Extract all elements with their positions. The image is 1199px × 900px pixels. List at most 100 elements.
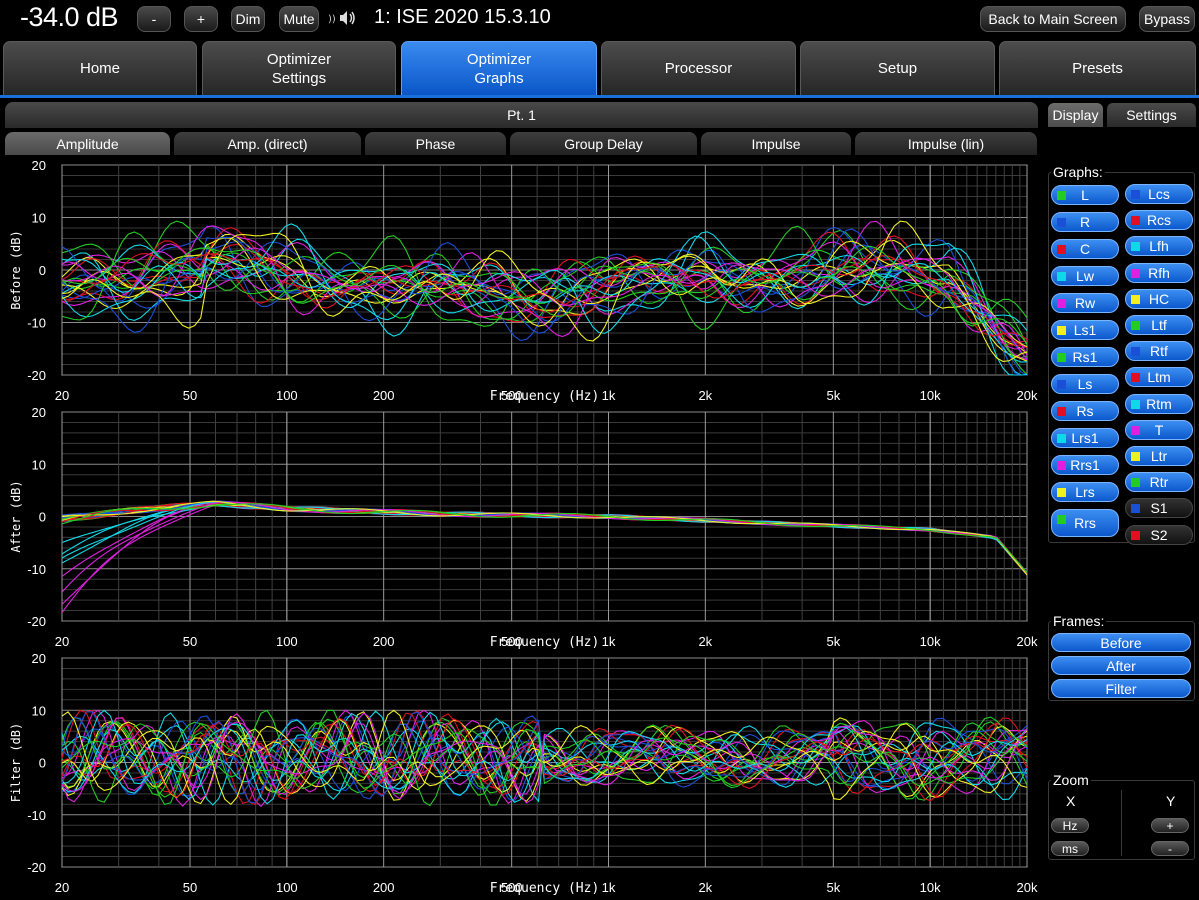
x-axis-label: Frequency (Hz) <box>490 389 600 404</box>
tab-label: Setup <box>877 60 918 77</box>
channel-ltm-button[interactable]: Ltm <box>1125 367 1193 388</box>
x-tick-label: 5k <box>826 388 840 403</box>
graph-tab-phase[interactable]: Phase <box>365 132 506 155</box>
zoom-y-out-button[interactable]: - <box>1151 841 1189 856</box>
sidebar-tab-settings[interactable]: Settings <box>1107 103 1196 127</box>
frame-before-button[interactable]: Before <box>1051 633 1191 652</box>
measurement-point-bar[interactable]: Pt. 1 <box>5 102 1038 128</box>
channel-rtf-button[interactable]: Rtf <box>1125 341 1193 362</box>
channel-rw-button[interactable]: Rw <box>1051 293 1119 313</box>
channel-lcs-button[interactable]: Lcs <box>1125 184 1193 204</box>
back-to-main-button[interactable]: Back to Main Screen <box>980 6 1126 32</box>
frame-filter-button[interactable]: Filter <box>1051 679 1191 698</box>
x-tick-label: 1k <box>602 634 616 649</box>
x-tick-label: 100 <box>276 388 298 403</box>
channel-label: Rw <box>1074 295 1096 311</box>
frame-after-button[interactable]: After <box>1051 656 1191 675</box>
channel-color-swatch <box>1131 373 1140 383</box>
channel-rs-button[interactable]: Rs <box>1051 401 1119 421</box>
channel-color-swatch <box>1057 191 1066 200</box>
channel-color-swatch <box>1057 218 1066 227</box>
channel-label: Rcs <box>1146 212 1172 229</box>
volume-up-button[interactable]: + <box>184 6 218 32</box>
channel-color-swatch <box>1057 380 1066 389</box>
x-tick-label: 20k <box>1017 388 1038 403</box>
tab-presets[interactable]: Presets <box>999 41 1196 95</box>
channel-color-swatch <box>1057 407 1066 416</box>
tab-label: Presets <box>1072 60 1123 77</box>
channel-rfh-button[interactable]: Rfh <box>1125 262 1193 283</box>
channel-color-swatch <box>1131 530 1140 540</box>
x-tick-label: 2k <box>698 634 712 649</box>
channel-label: R <box>1079 214 1091 230</box>
x-tick-label: 5k <box>826 880 840 895</box>
channel-t-button[interactable]: T <box>1125 419 1193 440</box>
channel-label: S2 <box>1150 526 1168 543</box>
tab-label: Optimizer Settings <box>266 50 332 87</box>
channel-rtm-button[interactable]: Rtm <box>1125 393 1193 414</box>
channel-c-button[interactable]: C <box>1051 239 1119 259</box>
channel-rtr-button[interactable]: Rtr <box>1125 472 1193 493</box>
channel-rs1-button[interactable]: Rs1 <box>1051 347 1119 367</box>
channel-lrs-button[interactable]: Lrs <box>1051 482 1119 502</box>
channel-rrs-button[interactable]: Rrs <box>1051 509 1119 537</box>
channel-label: Rtm <box>1146 395 1172 412</box>
tab-setup[interactable]: Setup <box>800 41 995 95</box>
y-axis-label: Filter (dB) <box>9 723 23 802</box>
channel-color-swatch <box>1057 299 1066 308</box>
zoom-y-in-button[interactable]: + <box>1151 818 1189 833</box>
channel-rcs-button[interactable]: Rcs <box>1125 210 1193 231</box>
x-tick-label: 10k <box>920 388 941 403</box>
tab-optimizer-settings[interactable]: Optimizer Settings <box>202 41 396 95</box>
channel-label: HC <box>1148 290 1170 307</box>
channel-label: Rfh <box>1148 264 1170 281</box>
channel-ltf-button[interactable]: Ltf <box>1125 315 1193 335</box>
x-tick-label: 20k <box>1017 880 1038 895</box>
channel-lw-button[interactable]: Lw <box>1051 266 1119 286</box>
mute-button[interactable]: Mute <box>279 6 319 32</box>
x-tick-label: 5k <box>826 634 840 649</box>
channel-lfh-button[interactable]: Lfh <box>1125 236 1193 257</box>
y-tick-label: 10 <box>32 703 46 718</box>
y-tick-label: 10 <box>32 211 46 226</box>
plot-filter[interactable]: -20-100102020 50 100 200 500 1k 2k 5k 10k 20kFreq… <box>9 651 1038 896</box>
channel-s1-button[interactable]: S1 <box>1125 498 1193 519</box>
zoom-x-hz-button[interactable]: Hz <box>1051 818 1089 833</box>
graph-tab-impulse-lin[interactable]: Impulse (lin) <box>855 132 1037 155</box>
channel-color-swatch <box>1057 272 1066 281</box>
y-tick-label: 0 <box>39 756 46 771</box>
preset-title: 1: ISE 2020 15.3.10 <box>374 6 551 28</box>
y-tick-label: -20 <box>27 860 46 875</box>
tab-home[interactable]: Home <box>3 41 197 95</box>
dim-button[interactable]: Dim <box>231 6 265 32</box>
graph-tab-group-delay[interactable]: Group Delay <box>510 132 697 155</box>
channel-label: Rtf <box>1150 343 1168 360</box>
channel-label: T <box>1154 421 1164 438</box>
x-tick-label: 20 <box>55 880 69 895</box>
zoom-x-ms-button[interactable]: ms <box>1051 841 1089 856</box>
channel-l-button[interactable]: L <box>1051 185 1119 205</box>
channel-rrs1-button[interactable]: Rrs1 <box>1051 455 1119 475</box>
frequency-response-plots[interactable]: -20-100102020 50 100 200 500 1k 2k 5k 10k 20kFreq… <box>0 155 1040 900</box>
channel-ls-button[interactable]: Ls <box>1051 374 1119 394</box>
channel-ls1-button[interactable]: Ls1 <box>1051 320 1119 340</box>
y-tick-label: -20 <box>27 614 46 629</box>
graph-tab-amp-direct[interactable]: Amp. (direct) <box>174 132 361 155</box>
sidebar-tab-display[interactable]: Display <box>1048 103 1103 127</box>
channel-lrs1-button[interactable]: Lrs1 <box>1051 428 1119 448</box>
channel-color-swatch <box>1131 294 1140 304</box>
channel-r-button[interactable]: R <box>1051 212 1119 232</box>
plot-before[interactable]: -20-100102020 50 100 200 500 1k 2k 5k 10k 20kFreq… <box>9 158 1038 404</box>
channel-hc-button[interactable]: HC <box>1125 288 1193 309</box>
speaker-wave-icon[interactable]: )) <box>328 7 358 29</box>
tab-processor[interactable]: Processor <box>601 41 796 95</box>
plot-after[interactable]: -20-100102020 50 100 200 500 1k 2k 5k 10k 20kFreq… <box>9 405 1038 650</box>
channel-color-swatch <box>1131 399 1140 409</box>
graph-tab-amplitude[interactable]: Amplitude <box>5 132 170 155</box>
tab-optimizer-graphs[interactable]: Optimizer Graphs <box>401 41 597 95</box>
channel-ltr-button[interactable]: Ltr <box>1125 446 1193 466</box>
volume-down-button[interactable]: - <box>137 6 171 32</box>
bypass-button[interactable]: Bypass <box>1139 6 1195 32</box>
channel-s2-button[interactable]: S2 <box>1125 524 1193 545</box>
graph-tab-impulse[interactable]: Impulse <box>701 132 851 155</box>
